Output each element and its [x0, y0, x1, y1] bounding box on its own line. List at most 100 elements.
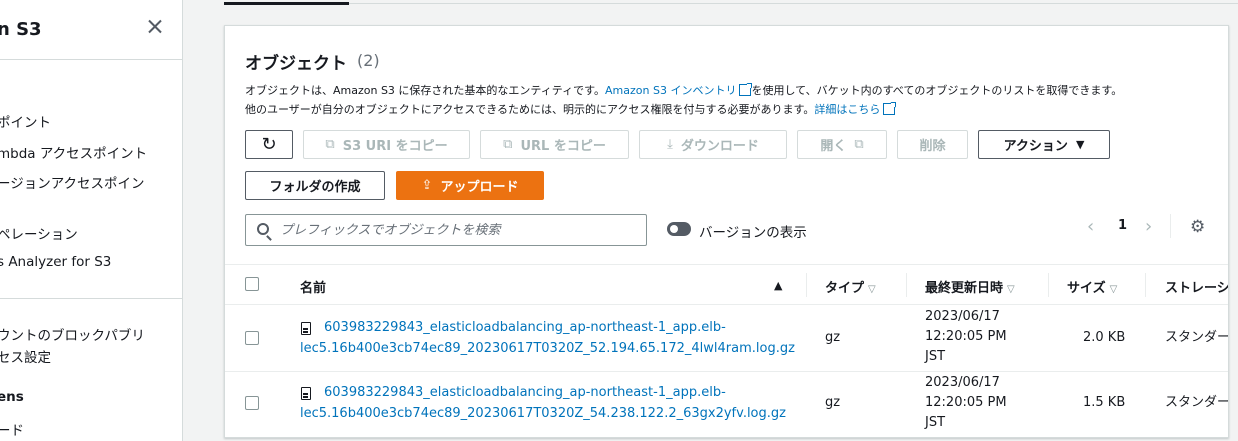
description-line-1: オブジェクトは、Amazon S3 に保存された基本的なエンティティです。Ama… [245, 82, 1122, 98]
row-checkbox[interactable] [245, 396, 259, 410]
learn-more-link[interactable]: 詳細はこちら [814, 103, 880, 116]
sort-ascending-icon[interactable]: ▲ [774, 279, 782, 292]
table-header: 名前 ▲ タイプ ▽ 最終更新日時 ▽ サイズ ▽ ストレーシ [225, 264, 1228, 305]
upload-icon: ⇪ [421, 178, 433, 193]
show-versions-label: バージョンの表示 [699, 225, 807, 241]
sort-icon: ▽ [1007, 284, 1015, 295]
column-header-size[interactable]: サイズ ▽ [1067, 277, 1117, 296]
storage-class: スタンダー [1165, 395, 1229, 410]
object-name-link-line2[interactable]: lec5.16b400e3cb74ec89_20230617T0320Z_52.… [300, 338, 795, 359]
sort-icon: ▽ [1109, 284, 1118, 295]
close-icon[interactable] [144, 16, 166, 38]
file-icon [301, 322, 311, 335]
external-link-icon: ⧉ [854, 137, 864, 152]
copy-url-label: URL をコピー [520, 139, 606, 154]
object-type: gz [825, 395, 841, 410]
sidebar-section-heading: ens [0, 389, 24, 405]
object-size: 1.5 KB [1083, 395, 1126, 410]
panel-title: オブジェクト [245, 54, 347, 74]
sidebar-divider [0, 59, 182, 60]
row-checkbox[interactable] [245, 331, 259, 345]
modified-date: 2023/06/17 [925, 375, 1000, 390]
object-name-link[interactable]: 603983229843_elasticloadbalancing_ap-nor… [324, 317, 726, 338]
copy-icon: ⧉ [503, 137, 513, 152]
copy-url-button[interactable]: ⧉ URL をコピー [480, 130, 629, 159]
object-name-link[interactable]: 603983229843_elasticloadbalancing_ap-nor… [324, 382, 726, 403]
gear-icon[interactable]: ⚙ [1190, 217, 1205, 237]
sidebar-divider [0, 298, 182, 299]
storage-class: スタンダー [1165, 330, 1229, 345]
column-header-storage-class[interactable]: ストレーシ [1165, 277, 1228, 296]
create-folder-label: フォルダの作成 [269, 180, 361, 195]
open-label: 開く [820, 139, 847, 154]
sidebar-item-access-analyzer[interactable]: s Analyzer for S3 [0, 254, 111, 270]
open-button[interactable]: 開く ⧉ [797, 130, 887, 159]
search-icon [257, 223, 269, 235]
search-input[interactable] [280, 215, 640, 245]
modified-timezone: JST [925, 415, 946, 430]
tab-objects-active-indicator[interactable] [224, 2, 349, 5]
chevron-left-icon[interactable]: ‹ [1087, 216, 1094, 237]
table-row[interactable]: 603983229843_elasticloadbalancing_ap-nor… [225, 305, 1229, 372]
modified-timezone: JST [925, 349, 946, 364]
actions-dropdown[interactable]: アクション ▼ [978, 130, 1110, 159]
modified-date: 2023/06/17 [925, 309, 1000, 324]
refresh-icon: ↻ [261, 134, 277, 155]
objects-panel: オブジェクト (2) オブジェクトは、Amazon S3 に保存された基本的なエ… [224, 25, 1229, 438]
column-header-name[interactable]: 名前 [300, 277, 326, 296]
object-size: 2.0 KB [1083, 330, 1126, 345]
description-text: を使用して、バケット内のすべてのオブジェクトのリストを取得できます。 [751, 84, 1123, 97]
object-type: gz [825, 330, 841, 345]
column-separator [1145, 273, 1146, 297]
sidebar: n S3 ポイント mbda アクセスポイント ージョンアクセスポイン ペレーシ… [0, 0, 183, 441]
column-header-modified[interactable]: 最終更新日時 ▽ [925, 277, 1015, 296]
description-line-2: 他のユーザーが自分のオブジェクトにアクセスできるためには、明示的にアクセス権限を… [245, 101, 898, 117]
external-link-icon[interactable] [739, 82, 754, 96]
divider [1170, 214, 1171, 238]
modified-time: 12:20:05 PM [925, 329, 1007, 344]
download-button[interactable]: ⤓ ダウンロード [639, 130, 787, 159]
description-text: オブジェクトは、Amazon S3 に保存された基本的なエンティティです。 [245, 84, 606, 97]
sidebar-item-batch-ops[interactable]: ペレーション [0, 223, 78, 243]
delete-label: 削除 [919, 139, 946, 154]
upload-button[interactable]: ⇪ アップロード [396, 171, 544, 200]
download-label: ダウンロード [680, 139, 759, 154]
delete-button[interactable]: 削除 [897, 130, 968, 159]
download-icon: ⤓ [667, 137, 673, 152]
copy-s3-uri-button[interactable]: ⧉ S3 URI をコピー [303, 130, 470, 159]
sidebar-item-block-public-access-line2: セス設定 [0, 350, 51, 366]
column-separator [1048, 273, 1049, 297]
create-folder-button[interactable]: フォルダの作成 [245, 171, 385, 200]
tabs-divider [224, 3, 1238, 4]
object-name-link-line2[interactable]: lec5.16b400e3cb74ec89_20230617T0320Z_54.… [300, 403, 786, 424]
sidebar-item-multi-region[interactable]: ージョンアクセスポイン [0, 172, 145, 192]
column-header-type[interactable]: タイプ ▽ [825, 277, 876, 296]
sidebar-item-access-points[interactable]: ポイント [0, 111, 51, 131]
sidebar-item-block-public-access[interactable]: ウントのブロックパブリ [0, 324, 145, 344]
column-type-label: タイプ [825, 281, 865, 296]
inventory-link[interactable]: Amazon S3 インベントリ [605, 84, 736, 97]
copy-s3-uri-label: S3 URI をコピー [342, 139, 448, 154]
sidebar-item-object-lambda[interactable]: mbda アクセスポイント [0, 142, 147, 162]
modified-time: 12:20:05 PM [925, 395, 1007, 410]
column-modified-label: 最終更新日時 [925, 281, 1004, 296]
external-link-icon[interactable] [883, 101, 898, 115]
select-all-checkbox[interactable] [245, 277, 259, 291]
sort-icon: ▽ [868, 284, 876, 295]
column-name-label: 名前 [300, 281, 327, 296]
show-versions-toggle[interactable] [667, 222, 691, 236]
upload-label: アップロード [440, 180, 519, 195]
object-count: (2) [357, 51, 380, 70]
search-box [245, 214, 647, 246]
refresh-button[interactable]: ↻ [245, 130, 293, 159]
page-number[interactable]: 1 [1118, 218, 1127, 233]
copy-icon: ⧉ [325, 137, 335, 152]
chevron-right-icon[interactable]: › [1145, 216, 1152, 237]
caret-down-icon: ▼ [1075, 138, 1085, 151]
table-row[interactable]: 603983229843_elasticloadbalancing_ap-nor… [225, 372, 1229, 437]
column-separator [806, 273, 807, 297]
description-text: 他のユーザーが自分のオブジェクトにアクセスできるためには、明示的にアクセス権限を… [245, 103, 815, 116]
file-icon [301, 387, 311, 400]
sidebar-item-dashboard[interactable]: ード [0, 419, 24, 439]
column-separator [906, 273, 907, 297]
